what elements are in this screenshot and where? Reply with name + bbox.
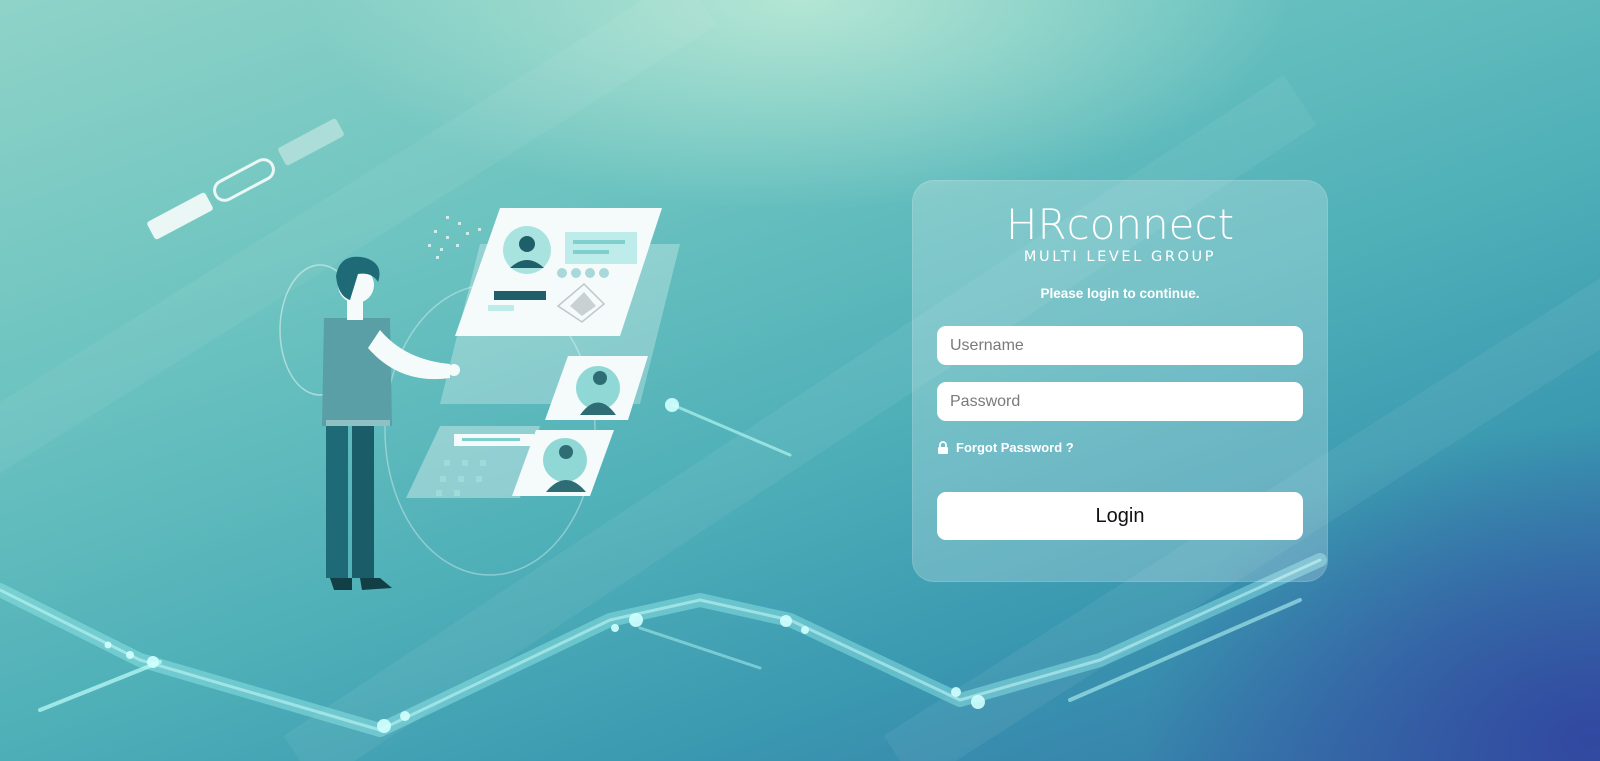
logo-mark: HRconnect xyxy=(1005,200,1235,249)
floating-pills xyxy=(147,118,344,240)
logo-subtitle: MULTI LEVEL GROUP xyxy=(1023,249,1217,265)
login-prompt: Please login to continue. xyxy=(1040,286,1200,301)
forgot-password-label: Forgot Password ? xyxy=(956,440,1074,455)
forgot-password-link[interactable]: Forgot Password ? xyxy=(937,440,1074,455)
brand-logo: HRconnect MULTI LEVEL GROUP xyxy=(912,202,1328,266)
login-button[interactable]: Login xyxy=(937,492,1303,540)
login-card: HRconnect MULTI LEVEL GROUP Please login… xyxy=(912,180,1328,582)
password-input[interactable] xyxy=(937,382,1303,421)
username-input[interactable] xyxy=(937,326,1303,365)
lock-icon xyxy=(938,441,948,454)
hero-illustration xyxy=(147,118,680,590)
person-figure xyxy=(322,256,460,590)
